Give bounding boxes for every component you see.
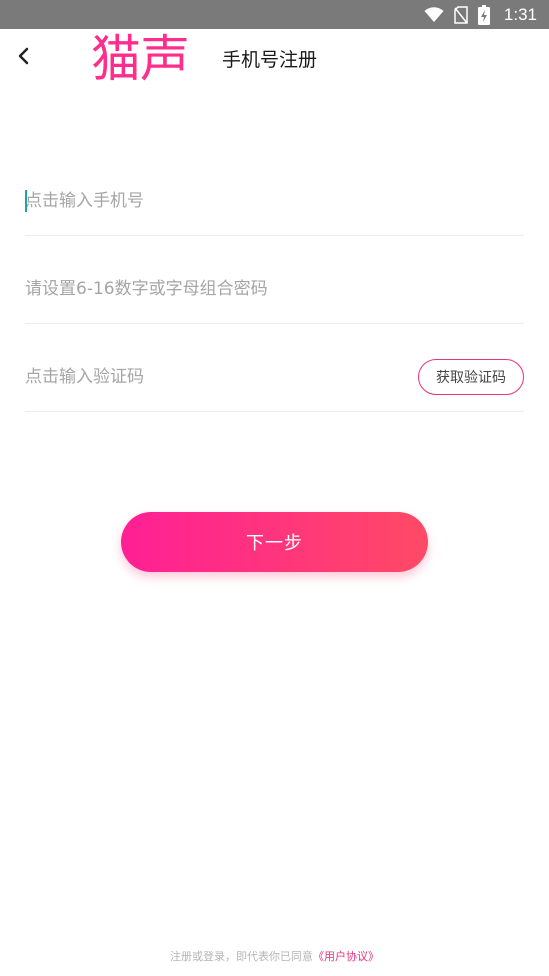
verification-code-field: 获取验证码 (25, 342, 524, 412)
agreement-text: 注册或登录，即代表你已同意 (170, 950, 313, 963)
get-code-button[interactable]: 获取验证码 (418, 359, 524, 395)
register-screen: 1:31 猫声 手机号注册 获取验证码 下一步 注册或登录，即代表你已同意《用户… (0, 0, 549, 976)
no-sim-icon (454, 5, 468, 24)
status-bar: 1:31 (0, 0, 549, 29)
verification-code-input[interactable] (25, 356, 385, 397)
chevron-left-icon (16, 46, 30, 70)
user-agreement-link[interactable]: 《用户协议》 (313, 950, 379, 963)
header: 猫声 手机号注册 (0, 29, 549, 89)
brand-logo: 猫声 (91, 30, 190, 88)
text-caret (25, 190, 27, 212)
phone-field (25, 166, 524, 236)
wifi-icon (424, 6, 444, 23)
battery-charging-icon (477, 4, 490, 25)
agreement-notice: 注册或登录，即代表你已同意《用户协议》 (0, 948, 549, 964)
next-button[interactable]: 下一步 (121, 512, 428, 572)
page-title: 手机号注册 (222, 49, 318, 71)
back-button[interactable] (8, 43, 38, 73)
phone-input[interactable] (25, 180, 524, 221)
password-input[interactable] (25, 268, 524, 309)
status-time: 1:31 (503, 4, 537, 24)
password-field (25, 254, 524, 324)
